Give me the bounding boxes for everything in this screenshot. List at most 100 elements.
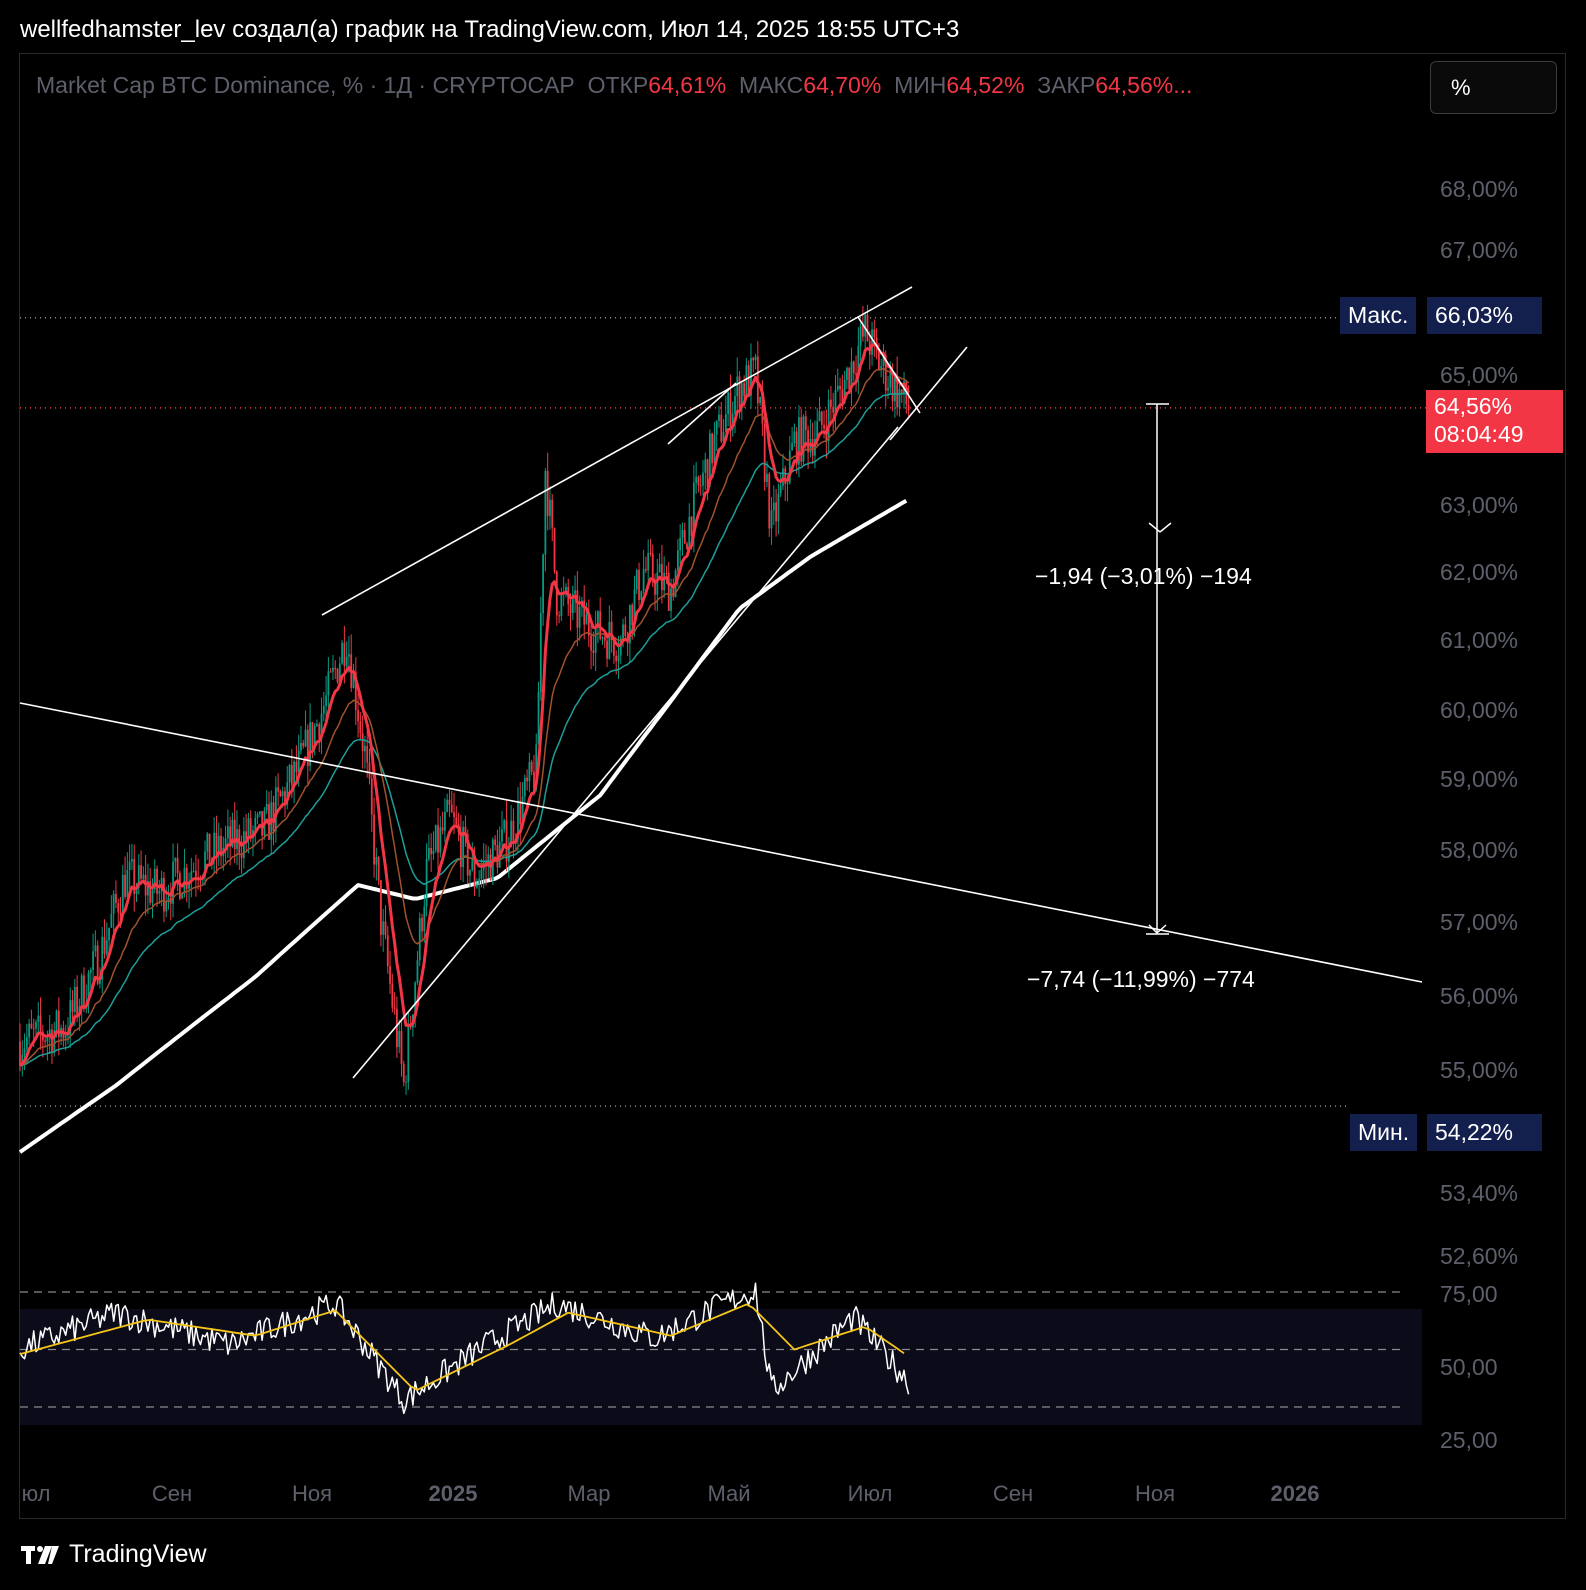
candle-body: [642, 569, 645, 592]
candle-body: [400, 1030, 403, 1064]
time-axis-label: 2025: [428, 1481, 478, 1506]
measure-short-arrow-right: [1159, 522, 1172, 533]
candle-body: [279, 791, 282, 797]
candle-body: [28, 1023, 31, 1038]
ema-fast-line: [18, 342, 910, 1067]
candle-body: [823, 424, 825, 429]
candle-body: [345, 656, 348, 667]
candle-body: [297, 750, 300, 773]
candle-body: [475, 884, 478, 888]
candle-body: [430, 847, 433, 855]
candle-body: [380, 880, 382, 935]
price-axis-label: 62,00%: [1440, 559, 1519, 585]
price-chart[interactable]: [0, 0, 1586, 1590]
candle-body: [770, 510, 773, 529]
candle-body: [530, 761, 533, 772]
min-level-label: Мин.: [1350, 1114, 1418, 1151]
candle-body: [274, 787, 277, 832]
candle-body: [592, 650, 595, 653]
candle-body: [859, 325, 862, 347]
candle-body: [384, 921, 387, 936]
candle-body: [309, 722, 312, 766]
candle-body: [729, 392, 732, 430]
candle-body: [105, 940, 108, 954]
candle-body: [30, 1023, 33, 1029]
candle-body: [126, 870, 129, 897]
candle-body: [590, 635, 592, 651]
candle-body: [478, 878, 481, 885]
candle-body: [898, 389, 901, 408]
candle-body: [290, 764, 293, 785]
candle-body: [471, 858, 474, 870]
candle-body: [523, 777, 526, 797]
candle-body: [519, 800, 522, 825]
price-axis-label: 61,00%: [1440, 627, 1519, 653]
candle-body: [140, 865, 142, 879]
candle-body: [683, 530, 686, 544]
candle-body: [256, 814, 259, 818]
candle-body: [546, 470, 549, 517]
candle-body: [528, 761, 531, 782]
price-axis-label: 53,40%: [1440, 1180, 1519, 1206]
candle-body: [421, 917, 423, 932]
candle-body: [359, 721, 362, 734]
candle-body: [215, 832, 218, 855]
candle-body: [407, 1023, 410, 1082]
candle-body: [852, 361, 855, 374]
candle-body: [713, 434, 716, 464]
low-value: 64,52%: [946, 72, 1025, 98]
candle-body: [92, 951, 94, 971]
candle-body: [293, 761, 296, 785]
candle-body: [158, 891, 161, 894]
candle-body: [635, 569, 638, 590]
time-axis-label: Ноя: [291, 1481, 333, 1506]
candle-body: [459, 832, 462, 868]
candle-body: [711, 433, 714, 464]
candle-body: [606, 640, 608, 659]
price-axis-label: 59,00%: [1440, 766, 1519, 792]
candle-body: [67, 1035, 69, 1037]
candle-body: [396, 1008, 398, 1047]
candle-body: [311, 722, 314, 749]
candle-body: [131, 859, 133, 862]
candle-body: [64, 1035, 67, 1039]
upper-trendline: [321, 286, 913, 616]
candle-body: [631, 605, 634, 626]
candle-body: [782, 468, 784, 486]
candle-body: [818, 411, 821, 422]
candle-body: [542, 554, 545, 614]
candle-body: [665, 572, 668, 574]
candle-body: [73, 986, 76, 1012]
candle-body: [640, 591, 643, 601]
candle-body: [544, 470, 547, 555]
candle-body: [830, 399, 832, 407]
symbol-name[interactable]: Market Cap BTC Dominance, % · 1Д · CRYPT…: [36, 72, 575, 98]
candle-body: [332, 667, 334, 672]
candle-body: [94, 945, 97, 952]
candle-body: [724, 414, 727, 433]
candle-body: [734, 396, 736, 414]
candle-body: [183, 867, 186, 894]
candle-body: [51, 1029, 53, 1053]
candle-body: [624, 624, 627, 637]
candle-body: [368, 762, 371, 779]
candle-body: [651, 553, 654, 582]
price-axis-label: 63,00%: [1440, 492, 1519, 518]
candle-body: [386, 935, 389, 967]
candle-body: [871, 329, 873, 355]
candle-body: [763, 423, 766, 482]
close-value: 64,56%...: [1095, 72, 1193, 98]
price-axis-label: 68,00%: [1440, 176, 1519, 202]
lower-trendline: [352, 426, 899, 1079]
candle-body: [558, 615, 560, 617]
candle-body: [341, 642, 343, 664]
time-axis-label: Июл: [847, 1481, 893, 1506]
candle-body: [25, 1037, 28, 1049]
candle-body: [512, 820, 515, 844]
candle-body: [578, 607, 581, 628]
percent-scale-button[interactable]: %: [1430, 61, 1557, 114]
candle-body: [261, 811, 264, 836]
candle-body: [777, 493, 780, 522]
candle-body: [644, 569, 647, 571]
candle-body: [117, 902, 120, 913]
